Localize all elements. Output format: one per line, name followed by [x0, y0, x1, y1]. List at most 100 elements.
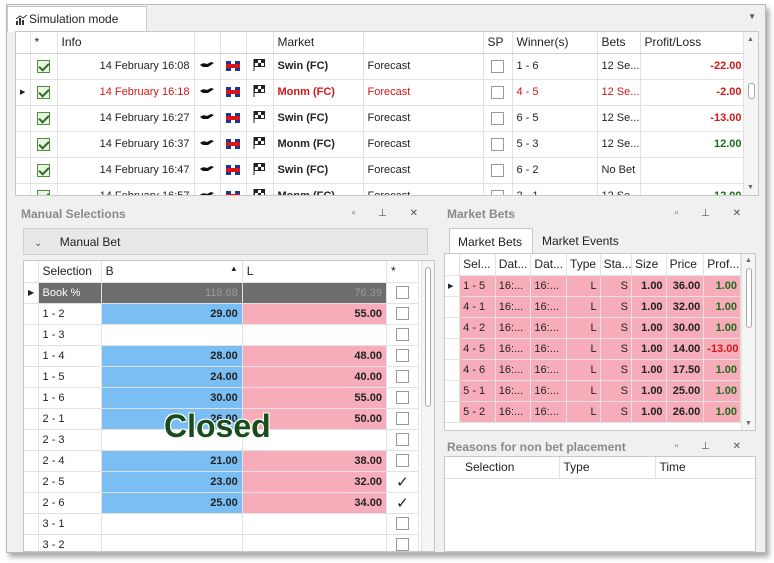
col-time[interactable]: Time [655, 457, 755, 479]
checkbox[interactable] [395, 454, 409, 467]
back-price[interactable]: 24.00 [101, 366, 243, 388]
checkbox[interactable] [395, 328, 409, 341]
back-price[interactable] [101, 513, 243, 535]
col-date1[interactable]: Dat... [495, 254, 532, 276]
bet-row[interactable]: 4 - 5 16:... 16:... L S 1.00 14.00 -13.00 [445, 338, 741, 360]
back-price[interactable]: 29.00 [101, 303, 243, 325]
col-star[interactable]: * [30, 32, 58, 54]
col-status[interactable]: Sta... [600, 254, 632, 276]
checkbox[interactable] [37, 111, 50, 125]
back-price[interactable]: 30.00 [101, 387, 243, 409]
col-star[interactable]: * [386, 261, 420, 283]
bet-row[interactable]: 5 - 1 16:... 16:... L S 1.00 25.00 1.00 [445, 380, 741, 402]
col-sp[interactable]: SP [483, 32, 513, 54]
col-selection[interactable]: Selection [461, 457, 560, 479]
sp-checkbox[interactable] [491, 85, 504, 99]
col-market[interactable]: Market [273, 32, 364, 54]
market-bets-scrollbar[interactable]: ▲ ▼ [741, 254, 755, 430]
race-row[interactable]: 14 February 16:37 Monm (FC) Forecast 5 - 31… [16, 131, 747, 158]
checkbox[interactable] [395, 517, 409, 530]
checkbox[interactable] [395, 349, 409, 362]
selection-row[interactable]: 1 - 4 28.00 48.00 [24, 345, 420, 367]
tab-market-bets[interactable]: Market Bets [449, 228, 533, 254]
lay-price[interactable]: 32.00 [242, 471, 387, 493]
race-row[interactable]: 14 February 16:27 Swin (FC) Forecast 6 - 51… [16, 105, 747, 132]
scroll-thumb[interactable] [748, 83, 755, 99]
bet-row[interactable]: ▶ 1 - 5 16:... 16:... L S 1.00 36.00 1.00 [445, 275, 741, 297]
race-row[interactable]: ▶ 14 February 16:18 Monm (FC) Forecast 4 - 5… [16, 79, 747, 106]
selections-scrollbar[interactable] [421, 261, 434, 551]
col-winners[interactable]: Winner(s) [512, 32, 598, 54]
selection-row[interactable]: 2 - 6 25.00 34.00 ✓ [24, 492, 420, 514]
lay-price[interactable]: 40.00 [242, 366, 387, 388]
col-date2[interactable]: Dat... [530, 254, 568, 276]
checkbox[interactable] [395, 391, 409, 404]
bet-row[interactable]: 5 - 2 16:... 16:... L S 1.00 26.00 1.00 [445, 401, 741, 423]
manual-bet-group[interactable]: ⌄ Manual Bet [23, 228, 428, 255]
checkbox[interactable] [395, 286, 409, 299]
back-price[interactable] [101, 324, 243, 346]
bet-row[interactable]: 4 - 2 16:... 16:... L S 1.00 30.00 1.00 [445, 317, 741, 339]
col-selection[interactable]: Selection [38, 261, 102, 283]
col-type[interactable]: Type [566, 254, 601, 276]
checkbox[interactable] [37, 163, 50, 177]
checkbox[interactable] [395, 538, 409, 551]
check-icon[interactable]: ✓ [396, 495, 409, 512]
selection-row[interactable]: 2 - 4 21.00 38.00 [24, 450, 420, 472]
selection-row[interactable]: 3 - 2 [24, 534, 420, 551]
col-type[interactable]: Type [559, 457, 656, 479]
selection-row[interactable]: 3 - 1 [24, 513, 420, 535]
checkbox[interactable] [37, 137, 50, 151]
checkbox[interactable] [37, 59, 50, 73]
back-price[interactable] [101, 534, 243, 551]
race-row[interactable]: 14 February 16:08 Swin (FC) Forecast 1 - 61… [16, 53, 747, 80]
chevron-down-icon[interactable]: ▼ [748, 12, 756, 21]
checkbox[interactable] [37, 189, 50, 195]
sp-checkbox[interactable] [491, 111, 504, 125]
col-profit-loss[interactable]: Profit/Loss [640, 32, 747, 54]
race-row[interactable]: 14 February 16:47 Swin (FC) Forecast 6 - 2N… [16, 157, 747, 184]
check-icon[interactable]: ✓ [396, 474, 409, 491]
back-price[interactable]: 23.00 [101, 471, 243, 493]
lay-price[interactable]: 34.00 [242, 492, 387, 514]
back-price[interactable]: 28.00 [101, 345, 243, 367]
scroll-thumb[interactable] [425, 267, 431, 407]
sp-checkbox[interactable] [491, 189, 504, 195]
tab-simulation-mode[interactable]: Simulation mode [7, 6, 147, 32]
col-info[interactable]: Info [57, 32, 195, 54]
scroll-thumb[interactable] [746, 268, 752, 328]
col-back[interactable]: B ▲ [101, 261, 243, 283]
race-row[interactable]: 14 February 16:57 Monm (FC) Forecast 2 - 11… [16, 183, 747, 195]
lay-price[interactable] [242, 324, 387, 346]
selection-row[interactable]: 1 - 5 24.00 40.00 [24, 366, 420, 388]
checkbox[interactable] [395, 307, 409, 320]
checkbox[interactable] [37, 85, 50, 99]
lay-price[interactable] [242, 513, 387, 535]
tab-market-events[interactable]: Market Events [542, 228, 642, 253]
sp-checkbox[interactable] [491, 59, 504, 73]
col-lay[interactable]: L [242, 261, 387, 283]
lay-price[interactable] [242, 534, 387, 551]
col-size[interactable]: Size [631, 254, 667, 276]
lay-price[interactable]: 48.00 [242, 345, 387, 367]
lay-price[interactable]: 55.00 [242, 303, 387, 325]
checkbox[interactable] [395, 412, 409, 425]
lay-price[interactable]: 55.00 [242, 387, 387, 409]
selection-row[interactable]: 1 - 3 [24, 324, 420, 346]
bet-row[interactable]: 4 - 1 16:... 16:... L S 1.00 32.00 1.00 [445, 296, 741, 318]
col-price[interactable]: Price [666, 254, 705, 276]
col-profit[interactable]: Prof... [703, 254, 741, 276]
top-grid-scrollbar[interactable]: ▲ ▼ [743, 32, 758, 195]
col-bets[interactable]: Bets [597, 32, 641, 54]
back-price[interactable]: 21.00 [101, 450, 243, 472]
pane-buttons[interactable]: ▫ ⊥ ✕ [675, 441, 751, 452]
selection-row[interactable]: 2 - 5 23.00 32.00 ✓ [24, 471, 420, 493]
sp-checkbox[interactable] [491, 137, 504, 151]
bet-row[interactable]: 4 - 6 16:... 16:... L S 1.00 17.50 1.00 [445, 359, 741, 381]
selection-row[interactable]: 1 - 6 30.00 55.00 [24, 387, 420, 409]
pane-buttons[interactable]: ▫ ⊥ ✕ [675, 208, 751, 219]
checkbox[interactable] [395, 433, 409, 446]
pane-buttons[interactable]: ▫ ⊥ ✕ [352, 208, 428, 219]
lay-price[interactable]: 38.00 [242, 450, 387, 472]
selection-row[interactable]: 1 - 2 29.00 55.00 [24, 303, 420, 325]
